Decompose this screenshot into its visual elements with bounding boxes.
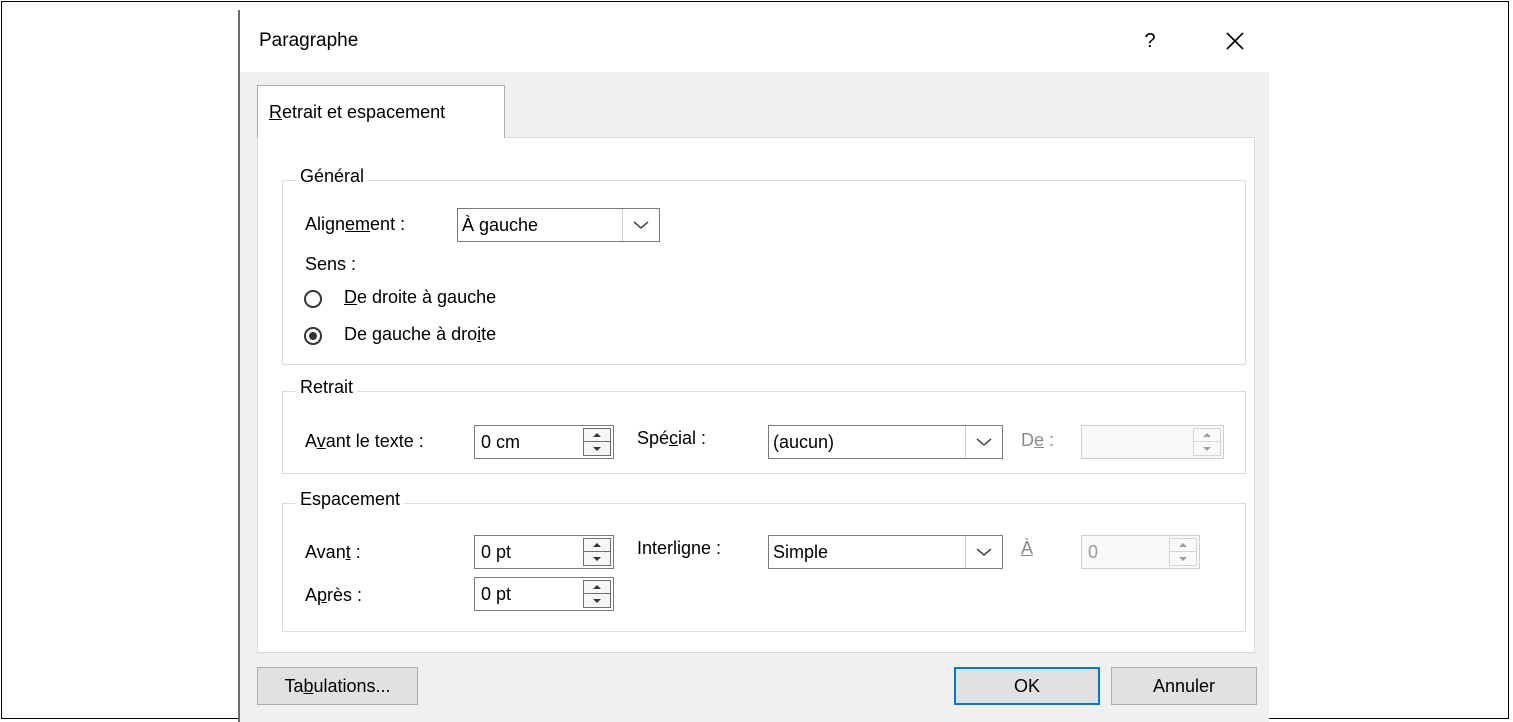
tab-panel: Général Alignement : À gauche Sens : De …: [257, 137, 1255, 653]
at-label: À: [1021, 538, 1034, 558]
title-bar: Paragraphe ?: [240, 10, 1269, 72]
ltr-label[interactable]: De gauche à droite: [344, 324, 496, 345]
spacing-after-value: 0 pt: [481, 584, 512, 604]
by-spinner: [1081, 425, 1224, 459]
spin-up-icon: [1194, 429, 1220, 442]
chevron-down-icon: [622, 209, 659, 241]
chevron-down-icon: [965, 426, 1002, 458]
spin-up-icon[interactable]: [584, 539, 610, 552]
close-button[interactable]: [1218, 24, 1252, 58]
close-icon: [1226, 32, 1244, 50]
spin-down-icon[interactable]: [584, 594, 610, 607]
line-spacing-value: Simple: [773, 542, 829, 562]
spacing-after-label: Après :: [305, 585, 363, 605]
spacing-before-spinner[interactable]: 0 pt: [474, 535, 614, 569]
at-spinner: 0: [1081, 535, 1200, 569]
at-value: 0: [1088, 542, 1099, 562]
tab-label: Retrait et espacement: [269, 102, 446, 122]
spin-up-icon[interactable]: [584, 429, 610, 442]
spin-down-icon: [1194, 442, 1220, 455]
spin-down-icon[interactable]: [584, 552, 610, 565]
indent-before-value: 0 cm: [481, 432, 521, 452]
spacing-title: Espacement: [296, 489, 405, 510]
rtl-label[interactable]: De droite à gauche: [344, 287, 496, 308]
tab-retrait-espacement[interactable]: Retrait et espacement: [257, 85, 505, 138]
line-spacing-select[interactable]: Simple: [768, 535, 1003, 569]
spin-up-icon: [1170, 539, 1196, 552]
ltr-radio[interactable]: [304, 327, 322, 345]
direction-label: Sens :: [305, 254, 357, 274]
special-value: (aucun): [773, 432, 835, 452]
rtl-radio[interactable]: [304, 290, 322, 308]
spacing-before-label: Avant :: [305, 542, 361, 562]
indent-before-label: Avant le texte :: [305, 431, 424, 451]
line-spacing-label: Interligne :: [637, 538, 722, 558]
spin-up-icon[interactable]: [584, 581, 610, 594]
chevron-down-icon: [965, 536, 1002, 568]
help-button[interactable]: ?: [1135, 24, 1165, 58]
dialog-title: Paragraphe: [259, 30, 359, 51]
tabs-button[interactable]: Ta b ulations...: [257, 667, 418, 705]
alignment-select[interactable]: À gauche: [457, 208, 660, 242]
spacing-before-value: 0 pt: [481, 542, 512, 562]
general-title: Général: [296, 166, 369, 187]
general-group: Général Alignement : À gauche Sens : De …: [282, 166, 1246, 365]
indent-group: Retrait Avant le texte : 0 cm Spécial : …: [282, 377, 1246, 474]
spin-down-icon: [1170, 552, 1196, 565]
cancel-button[interactable]: Annuler: [1111, 667, 1257, 705]
by-label: De :: [1021, 430, 1055, 450]
ok-button[interactable]: OK: [954, 667, 1100, 705]
indent-before-spinner[interactable]: 0 cm: [474, 425, 614, 459]
special-select[interactable]: (aucun): [768, 425, 1003, 459]
alignment-value: À gauche: [462, 215, 539, 235]
spacing-group: Espacement Avant : 0 pt Interligne : Sim…: [282, 489, 1246, 632]
paragraph-dialog: Paragraphe ? Retrait et espacement Génér…: [238, 10, 1269, 722]
spin-down-icon[interactable]: [584, 442, 610, 455]
special-label: Spécial :: [637, 428, 707, 448]
spacing-after-spinner[interactable]: 0 pt: [474, 577, 614, 611]
indent-title: Retrait: [296, 377, 358, 398]
alignment-label: Alignement :: [305, 214, 406, 234]
